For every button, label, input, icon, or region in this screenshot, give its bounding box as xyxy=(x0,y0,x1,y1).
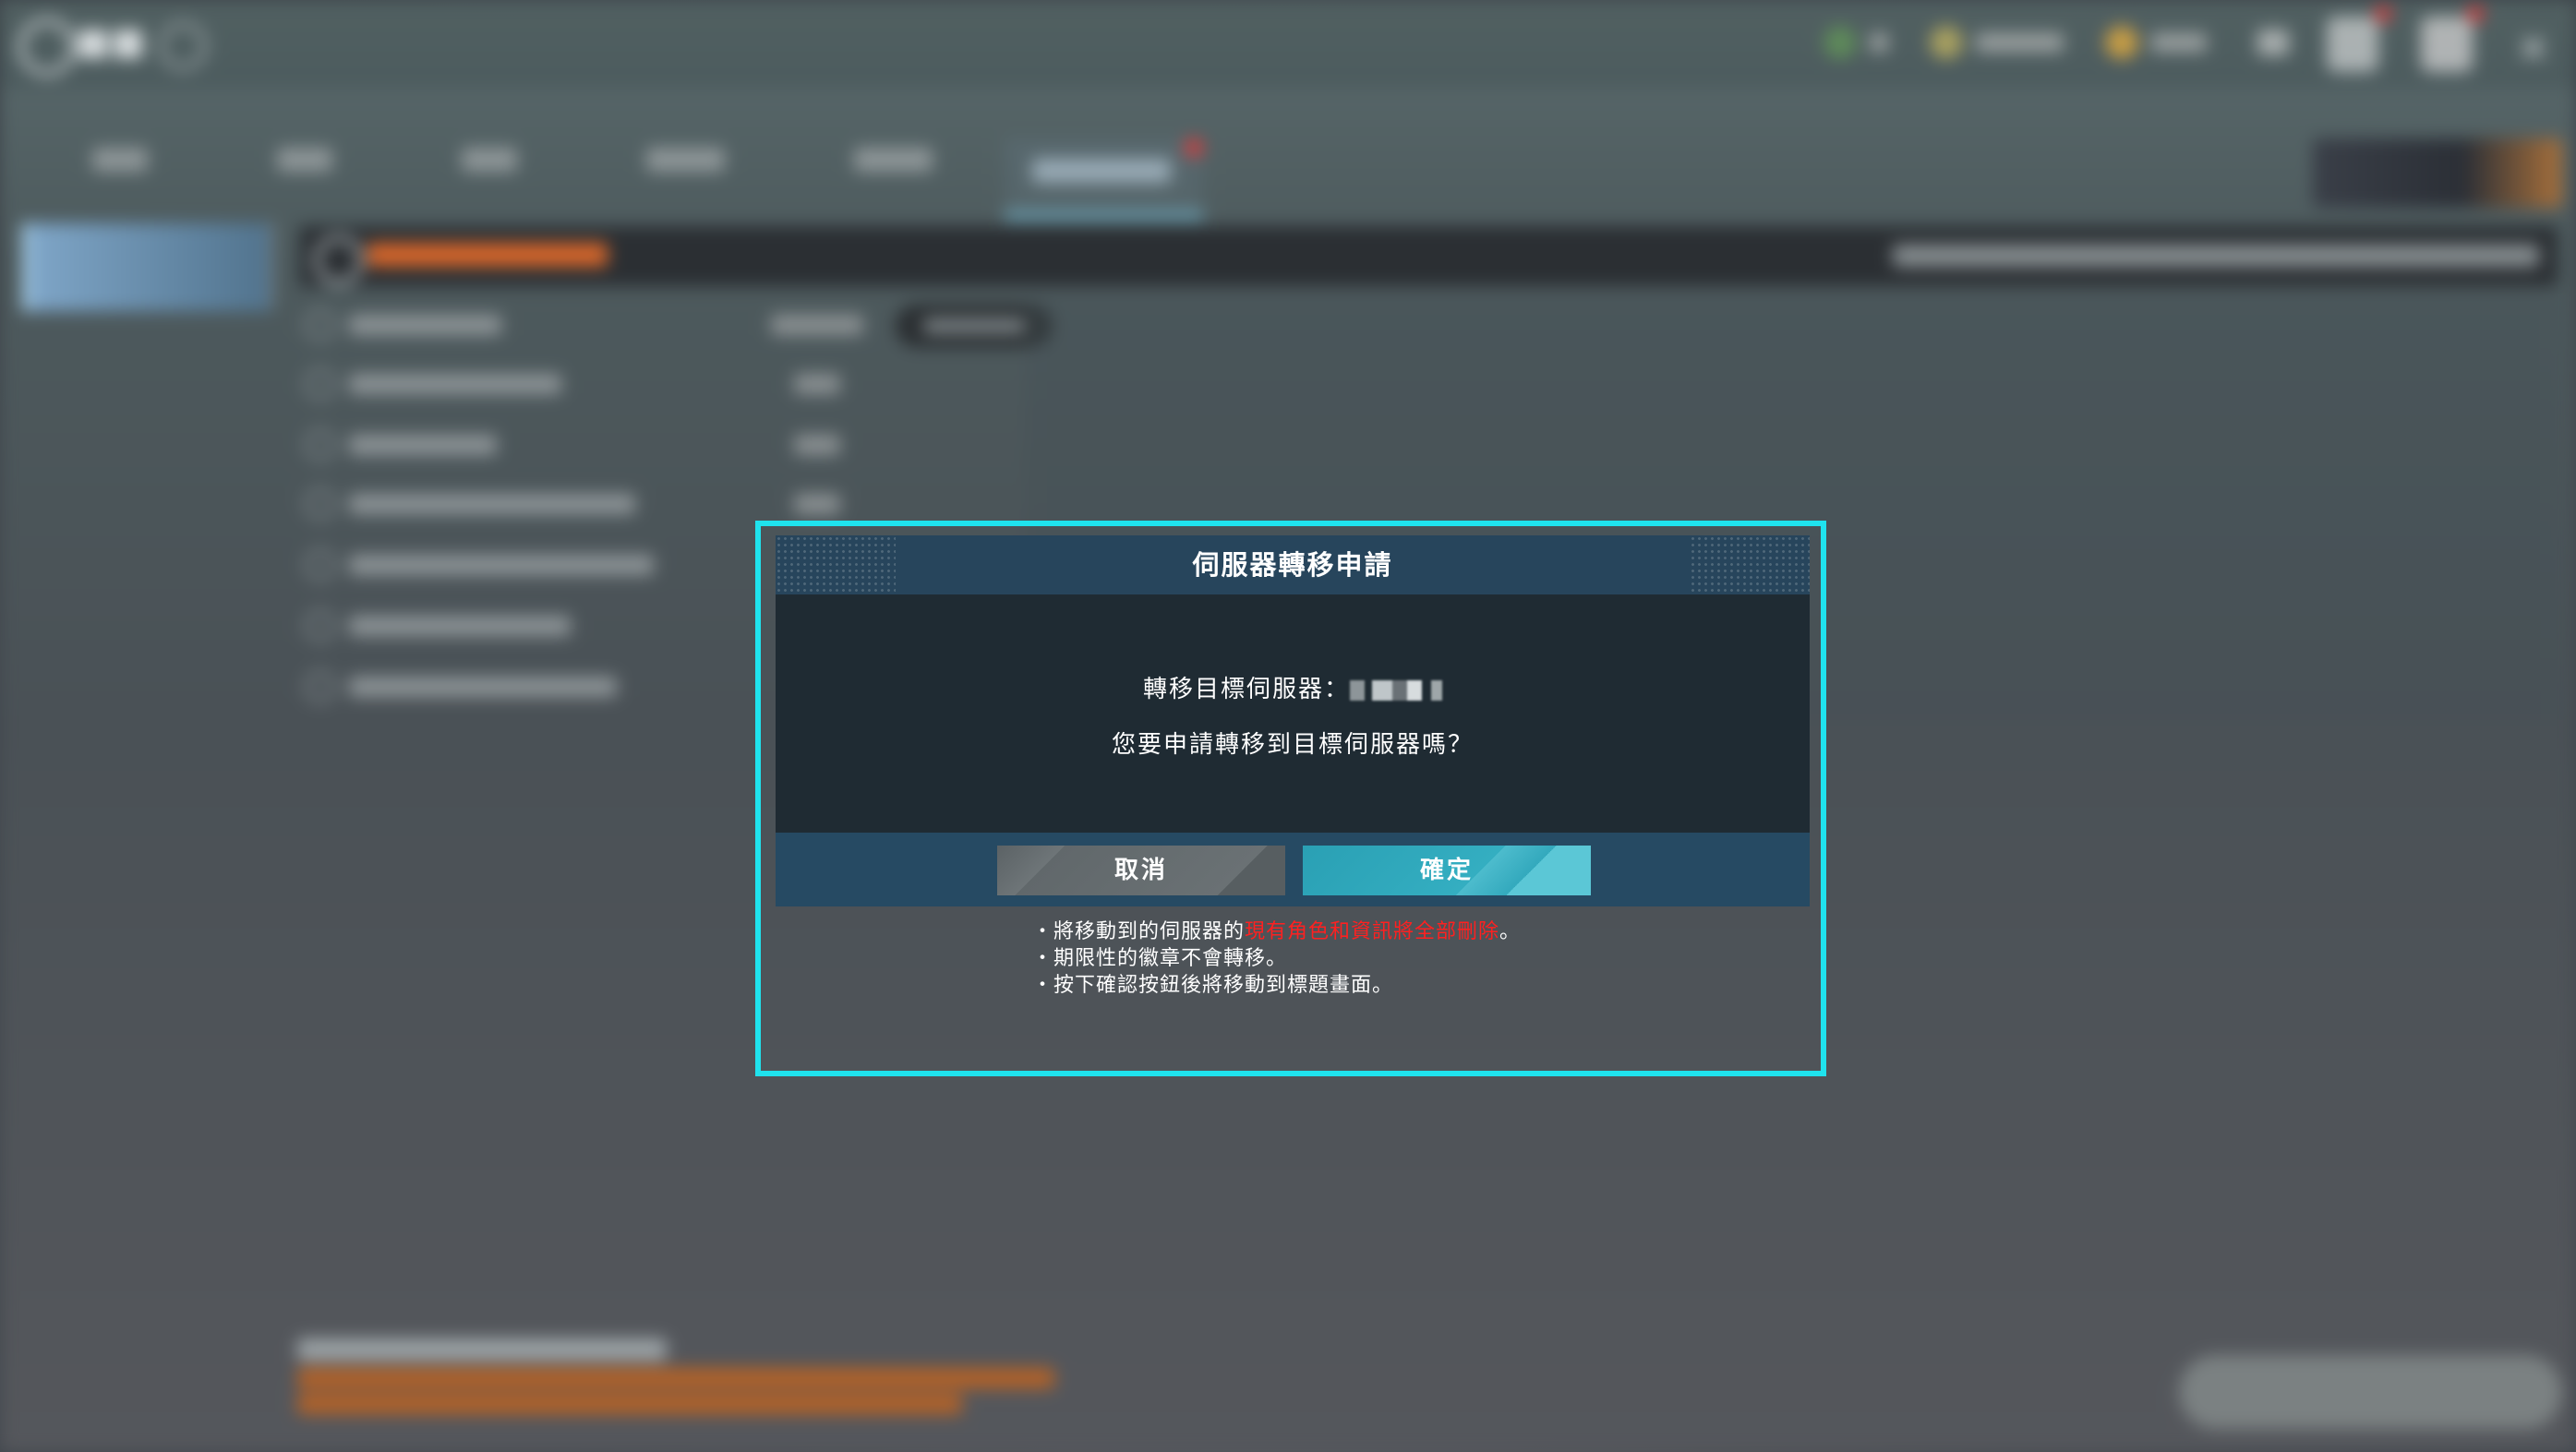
tab[interactable] xyxy=(462,148,517,172)
tab-active[interactable] xyxy=(1005,138,1203,220)
currency-2 xyxy=(1930,26,2064,59)
back-icon[interactable] xyxy=(18,18,76,76)
note-line-2: ・期限性的徽章不會轉移。 xyxy=(1032,947,1288,970)
currency-1 xyxy=(1824,26,1888,59)
help-icon[interactable] xyxy=(159,22,207,70)
note-1-suffix: 。 xyxy=(1499,920,1522,943)
shield-icon[interactable] xyxy=(2327,17,2378,72)
sidebar-item-active[interactable] xyxy=(22,223,270,311)
list-item xyxy=(305,549,654,581)
confirm-button[interactable]: 確定 xyxy=(1303,846,1591,895)
server-transfer-dialog: 伺服器轉移申請 轉移目標伺服器： 您要申請轉移到目標伺服器嗎？ 取消 確定 xyxy=(776,535,1810,906)
list-item xyxy=(305,368,840,400)
note-1-warning: 現有角色和資訊將全部刪除 xyxy=(1245,920,1500,943)
dialog-header: 伺服器轉移申請 xyxy=(776,535,1810,594)
page-title-blurred: ■■ xyxy=(76,20,146,63)
event-banner[interactable] xyxy=(2313,138,2562,208)
currency-1-icon xyxy=(1824,26,1857,59)
confirm-button-label: 確定 xyxy=(1419,857,1474,884)
tab-bar xyxy=(92,148,933,172)
list-item xyxy=(305,610,571,642)
tab[interactable] xyxy=(92,148,148,172)
apply-button[interactable] xyxy=(2179,1355,2562,1429)
note-1-prefix: ・將移動到的伺服器的 xyxy=(1032,920,1246,943)
dialog-body: 轉移目標伺服器： 您要申請轉移到目標伺服器嗎？ xyxy=(776,594,1810,814)
footer-note xyxy=(297,1338,667,1361)
notification-badge xyxy=(2375,6,2391,22)
dialog-notes: ・將移動到的伺服器的現有角色和資訊將全部刪除。 ・期限性的徽章不會轉移。 ・按下… xyxy=(1032,918,1789,999)
list-item xyxy=(305,488,840,520)
dialog-footer: 取消 確定 xyxy=(776,833,1810,906)
section-period xyxy=(1893,245,2539,267)
dialog-title: 伺服器轉移申請 xyxy=(1192,549,1393,581)
footer-warning xyxy=(297,1368,1054,1388)
note-line-1: ・將移動到的伺服器的現有角色和資訊將全部刪除。 xyxy=(1032,918,1789,945)
sidebar-divider xyxy=(270,222,275,309)
confirm-question: 您要申請轉移到目標伺服器嗎？ xyxy=(1111,731,1474,759)
currency-3-icon xyxy=(2105,26,2138,59)
tab[interactable] xyxy=(854,148,933,172)
tab[interactable] xyxy=(277,148,332,172)
shop-icon[interactable] xyxy=(2421,17,2473,72)
note-line-3: ・按下確認按鈕後將移動到標題畫面。 xyxy=(1032,974,1394,997)
tab-badge xyxy=(1185,138,1203,157)
section-header-title xyxy=(314,235,608,285)
target-server-line: 轉移目標伺服器： xyxy=(776,670,1810,704)
close-icon[interactable]: ✕ xyxy=(2516,26,2550,73)
list-item xyxy=(305,309,863,341)
target-server-name-masked xyxy=(1350,679,1442,701)
tab[interactable] xyxy=(646,148,725,172)
mail-icon[interactable] xyxy=(2257,30,2289,55)
cancel-button-label: 取消 xyxy=(1113,857,1168,884)
list-item xyxy=(305,429,840,461)
currency-3 xyxy=(2105,26,2207,59)
list-item xyxy=(305,671,617,702)
target-server-label: 轉移目標伺服器： xyxy=(1142,676,1350,703)
cancel-button[interactable]: 取消 xyxy=(997,846,1285,895)
notification-badge xyxy=(2467,6,2484,22)
currency-2-icon xyxy=(1930,26,1963,59)
footer-warning xyxy=(297,1394,962,1414)
